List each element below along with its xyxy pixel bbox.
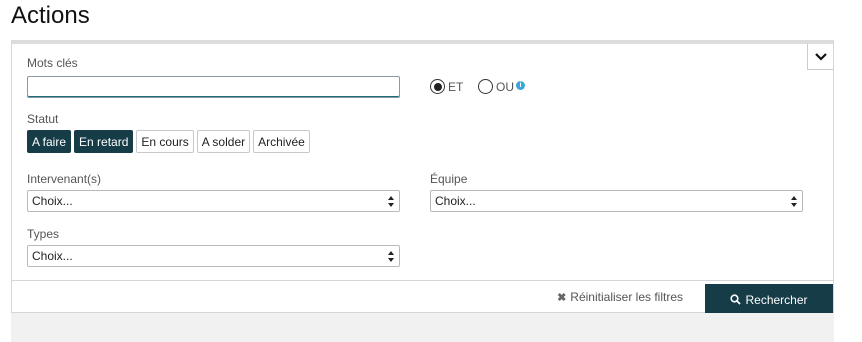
keywords-label: Mots clés	[27, 56, 78, 70]
status-a-faire-button[interactable]: A faire	[27, 130, 72, 153]
status-en-retard-button[interactable]: En retard	[74, 130, 134, 153]
radio-ou[interactable]	[478, 79, 493, 94]
equipe-label: Équipe	[430, 172, 468, 186]
logic-ou-option[interactable]: OU i	[478, 79, 525, 94]
keywords-input[interactable]	[27, 76, 400, 98]
types-label: Types	[27, 227, 60, 241]
intervenants-label: Intervenant(s)	[27, 172, 102, 186]
info-icon[interactable]: i	[516, 81, 525, 90]
logic-et-option[interactable]: ET	[430, 79, 463, 94]
chevron-down-icon	[814, 52, 827, 61]
search-icon	[730, 294, 742, 305]
status-archivee-button[interactable]: Archivée	[253, 130, 310, 153]
reset-filters-label: Réinitialiser les filtres	[570, 290, 683, 304]
filter-panel: Mots clés ET OU i Statut A faire En reta…	[11, 40, 834, 315]
status-a-solder-button[interactable]: A solder	[196, 130, 251, 153]
collapse-button[interactable]	[807, 44, 833, 70]
status-filter-group: A faire En retard En cours A solder Arch…	[27, 130, 310, 153]
intervenants-value: Choix...	[32, 194, 73, 208]
status-label: Statut	[27, 112, 59, 126]
status-en-cours-button[interactable]: En cours	[136, 130, 194, 153]
radio-et[interactable]	[430, 79, 445, 94]
reset-filters-link[interactable]: ✖ Réinitialiser les filtres	[557, 290, 683, 304]
panel-shadow-strip	[11, 313, 834, 342]
search-button-label: Rechercher	[745, 292, 808, 307]
intervenants-select[interactable]: Choix...	[27, 190, 400, 212]
radio-ou-label: OU	[496, 79, 514, 94]
types-select[interactable]: Choix...	[27, 245, 400, 267]
equipe-value: Choix...	[435, 194, 476, 208]
page-title: Actions	[11, 2, 90, 29]
select-arrows-icon	[791, 196, 797, 207]
radio-et-label: ET	[448, 79, 464, 94]
equipe-select[interactable]: Choix...	[430, 190, 803, 212]
select-arrows-icon	[388, 251, 394, 262]
close-icon: ✖	[557, 291, 567, 304]
select-arrows-icon	[388, 196, 394, 207]
search-button[interactable]: Rechercher	[705, 284, 833, 315]
types-value: Choix...	[32, 249, 73, 263]
